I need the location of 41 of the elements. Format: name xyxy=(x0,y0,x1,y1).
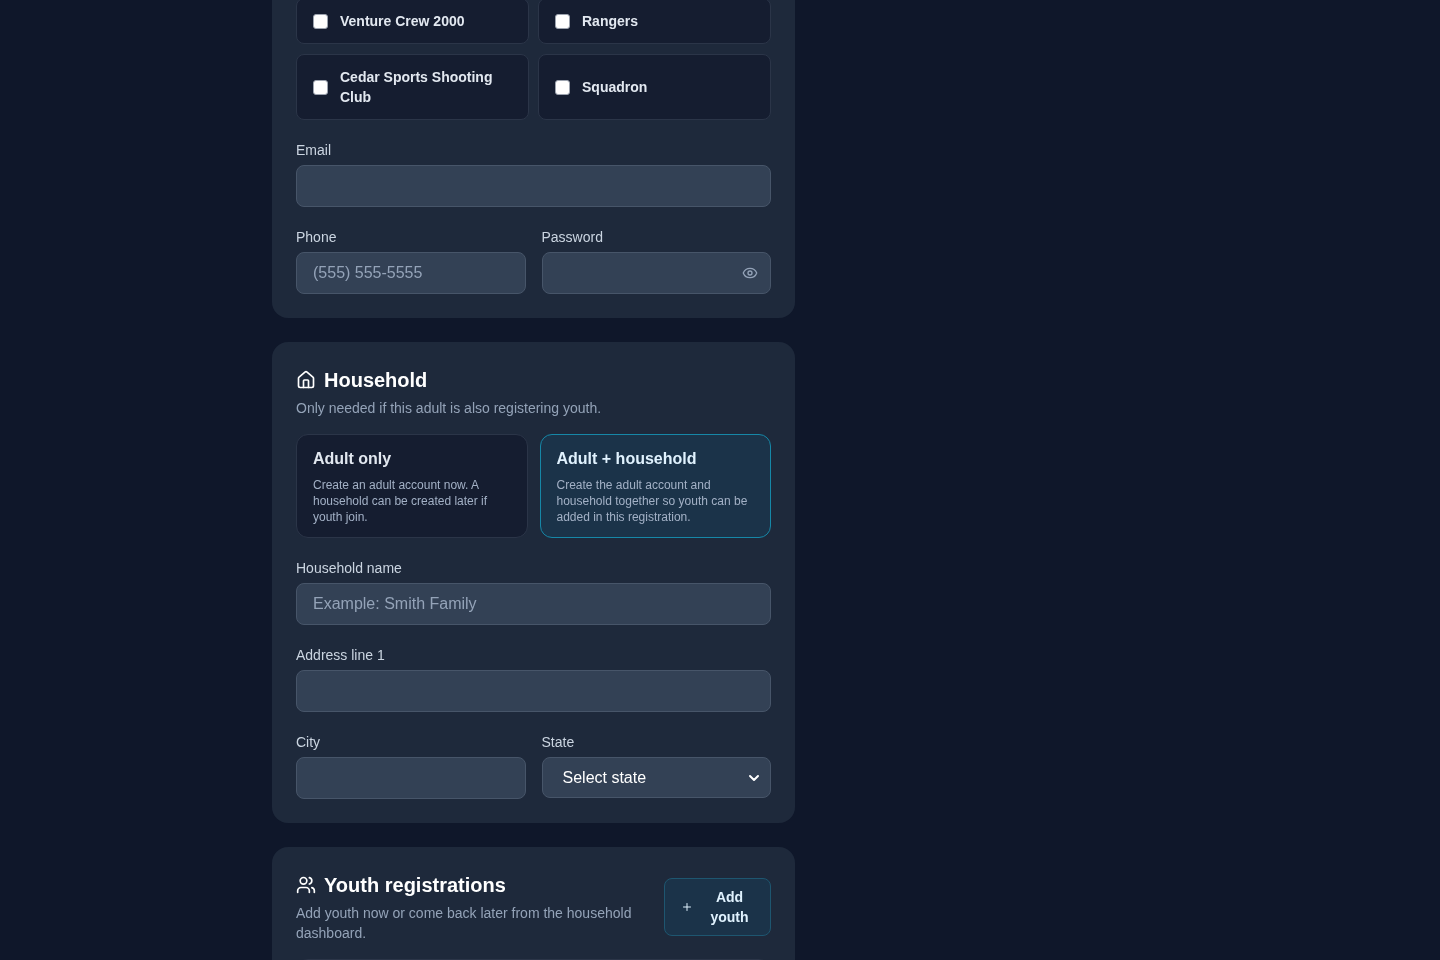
field-label: Phone xyxy=(296,228,337,247)
house-icon xyxy=(296,370,316,390)
field-label: Password xyxy=(541,228,603,247)
field-label: City xyxy=(296,733,321,752)
checkbox[interactable] xyxy=(555,79,570,95)
field-label: Household name xyxy=(296,559,402,578)
password-field[interactable] xyxy=(541,252,771,294)
field-label: Address line 1 xyxy=(296,646,385,665)
email-field[interactable] xyxy=(296,165,771,207)
group-option[interactable]: Squadron xyxy=(538,54,771,120)
field-label: State xyxy=(541,733,575,752)
group-option[interactable]: Venture Crew 2000 xyxy=(296,0,529,44)
option-title: Adult only xyxy=(313,449,393,469)
household-name-field[interactable]: Example: Smith Family xyxy=(296,583,771,625)
option-title: Adult + household xyxy=(556,449,698,469)
checkbox[interactable] xyxy=(313,79,328,95)
group-label: Cedar Sports Shooting Club xyxy=(340,68,494,107)
option-description: Create an adult account now. A household can be created later if youth join. xyxy=(313,477,489,525)
checkbox[interactable] xyxy=(313,13,328,29)
state-select[interactable]: Select state xyxy=(541,757,771,798)
show-password-icon[interactable] xyxy=(742,265,758,281)
registration-option[interactable]: Adult + household Create the adult account and household together so youth can be added in this registration. xyxy=(539,434,771,538)
section-subtitle: Add youth now or come back later from the household dashboard. xyxy=(296,904,633,943)
section-title: Household xyxy=(324,368,428,393)
section-subtitle: Only needed if this adult is also registering youth. xyxy=(296,399,603,418)
section-title: Youth registrations xyxy=(324,873,506,898)
group-label: Squadron xyxy=(582,78,648,97)
plus-icon xyxy=(681,901,693,913)
group-option[interactable]: Cedar Sports Shooting Club xyxy=(296,54,529,120)
group-label: Venture Crew 2000 xyxy=(340,12,465,31)
group-option[interactable]: Rangers xyxy=(538,0,771,44)
phone-field[interactable]: (555) 555-5555 xyxy=(296,252,526,294)
field-label: Email xyxy=(296,141,331,160)
add-youth-button[interactable]: Add youth xyxy=(664,878,771,936)
registration-option[interactable]: Adult only Create an adult account now. A household can be created later if youth join. xyxy=(296,434,528,538)
option-description: Create the adult account and household together so youth can be added in this registration. xyxy=(556,477,749,525)
checkbox[interactable] xyxy=(555,13,570,29)
city-field[interactable] xyxy=(296,757,526,799)
address-field[interactable] xyxy=(296,670,771,712)
users-icon xyxy=(296,875,316,895)
group-label: Rangers xyxy=(582,12,639,31)
